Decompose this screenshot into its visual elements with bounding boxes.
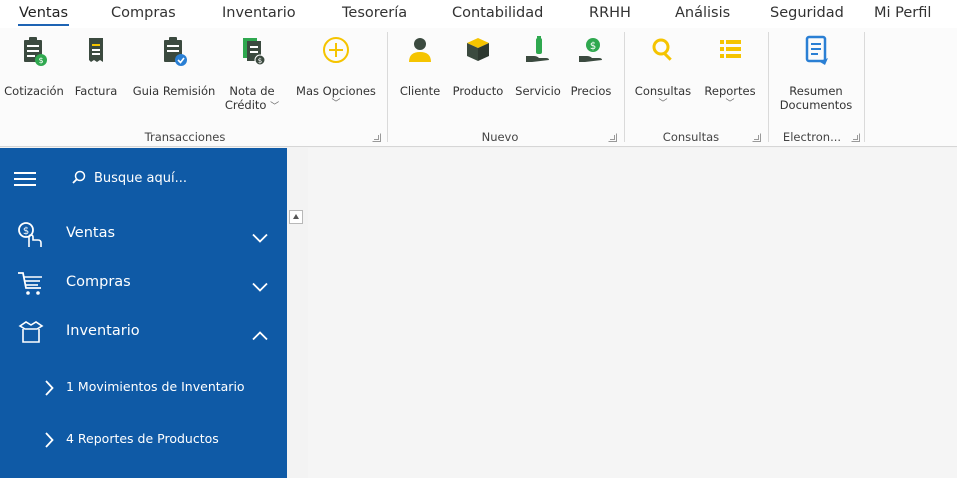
hand-coin-icon: $ (575, 32, 607, 72)
group-nuevo-label: Nuevo (481, 130, 519, 144)
precios-label: Precios (570, 84, 612, 98)
cotizacion-label: Cotización (4, 84, 64, 98)
consultas-text: Consultas (634, 84, 692, 98)
nota-credito-label-line1: Nota de (229, 84, 275, 98)
factura-label: Factura (74, 84, 118, 98)
chevron-down-icon: ﹀ (270, 102, 280, 112)
receipt-icon (80, 32, 112, 72)
chevron-down-icon: ﹀ (725, 99, 735, 109)
reportes-text: Reportes (704, 84, 756, 98)
box-3d-icon (462, 32, 494, 72)
document-send-icon (800, 32, 832, 72)
guia-remision-label: Guia Remisión (132, 84, 216, 98)
main-content-area (308, 148, 957, 478)
nota-credito-label: Nota de Crédito ﹀ (224, 84, 280, 114)
menu-tab-analisis[interactable]: Análisis (675, 5, 730, 21)
documents-money-icon: $ (236, 32, 268, 72)
group-transacciones-label: Transacciones (144, 130, 226, 144)
sidebar-item-inventario[interactable]: Inventario (0, 308, 287, 356)
search-icon (647, 32, 679, 72)
group-launcher-icon[interactable] (851, 133, 860, 142)
sidebar-item-ventas[interactable]: $ Ventas (0, 210, 287, 258)
svg-text:$: $ (38, 56, 43, 65)
group-separator (768, 32, 769, 142)
cliente-label: Cliente (399, 84, 441, 98)
mas-opciones-label: Mas Opciones ﹀ (290, 84, 382, 109)
cart-icon (16, 270, 46, 296)
menu-tab-mi-perfil[interactable]: Mi Perfil (874, 5, 931, 21)
menu-tab-inventario[interactable]: Inventario (222, 5, 296, 21)
sidebar: Busque aquí... $ Ventas Compras Inventar… (0, 148, 287, 478)
search-placeholder: Busque aquí... (94, 171, 188, 186)
group-separator (864, 32, 865, 142)
list-icon (714, 32, 746, 72)
group-separator (624, 32, 625, 142)
search-input[interactable]: Busque aquí... (72, 170, 187, 188)
plus-circle-icon (320, 32, 352, 72)
group-consultas-label: Consultas (662, 130, 720, 144)
search-icon (72, 170, 86, 188)
mas-opciones-text: Mas Opciones (296, 84, 376, 98)
menu-tab-compras[interactable]: Compras (111, 5, 176, 21)
menu-tab-seguridad[interactable]: Seguridad (770, 5, 844, 21)
svg-text:$: $ (590, 41, 596, 52)
menu-tab-contabilidad[interactable]: Contabilidad (452, 5, 543, 21)
sidebar-item-compras[interactable]: Compras (0, 259, 287, 307)
sidebar-subitem-label: 4 Reportes de Productos (66, 431, 219, 446)
producto-label: Producto (452, 84, 504, 98)
nota-credito-label-line2: Crédito (224, 98, 267, 112)
group-launcher-icon[interactable] (752, 133, 761, 142)
scroll-up-button[interactable] (289, 210, 303, 224)
resumen-label-line2: Documentos (779, 98, 853, 112)
resumen-label-line1: Resumen (789, 84, 843, 98)
chevron-down-icon: ﹀ (658, 99, 668, 109)
chevron-right-icon (44, 380, 54, 400)
consultas-label: Consultas ﹀ (631, 84, 695, 109)
chevron-down-icon: ﹀ (331, 99, 341, 109)
menu-tab-ventas[interactable]: Ventas (17, 5, 70, 26)
sidebar-subitem-reportes-productos[interactable]: 4 Reportes de Productos (0, 418, 287, 460)
menu-tab-rrhh[interactable]: RRHH (589, 5, 631, 21)
group-separator (387, 32, 388, 142)
sidebar-subitem-label: 1 Movimientos de Inventario (66, 379, 245, 394)
sidebar-item-label: Ventas (66, 225, 116, 241)
hamburger-menu-icon[interactable] (14, 172, 36, 186)
group-electronico-label: Electron... (782, 130, 842, 144)
group-launcher-icon[interactable] (608, 133, 617, 142)
svg-text:$: $ (23, 226, 29, 237)
clipboard-money-icon: $ (18, 32, 50, 72)
reportes-label: Reportes ﹀ (700, 84, 760, 109)
group-launcher-icon[interactable] (372, 133, 381, 142)
menu-bar: Ventas Compras Inventario Tesorería Cont… (0, 0, 957, 28)
servicio-label: Servicio (515, 84, 561, 98)
chevron-up-icon (252, 326, 268, 345)
resumen-documentos-label: Resumen Documentos (774, 84, 858, 112)
sidebar-subitem-movimientos[interactable]: 1 Movimientos de Inventario (0, 366, 287, 408)
box-icon (16, 319, 46, 345)
chevron-down-icon (252, 228, 268, 247)
ribbon: $ Cotización Factura Guia Remisión $ Not… (0, 28, 957, 147)
clipboard-check-icon (158, 32, 190, 72)
menu-tab-tesoreria[interactable]: Tesorería (342, 5, 407, 21)
money-hand-icon: $ (16, 221, 46, 247)
svg-text:$: $ (258, 57, 262, 65)
sidebar-item-label: Compras (66, 274, 131, 290)
hand-bottle-icon (522, 32, 554, 72)
chevron-right-icon (44, 432, 54, 452)
user-icon (404, 32, 436, 72)
chevron-down-icon (252, 277, 268, 296)
sidebar-item-label: Inventario (66, 323, 140, 339)
